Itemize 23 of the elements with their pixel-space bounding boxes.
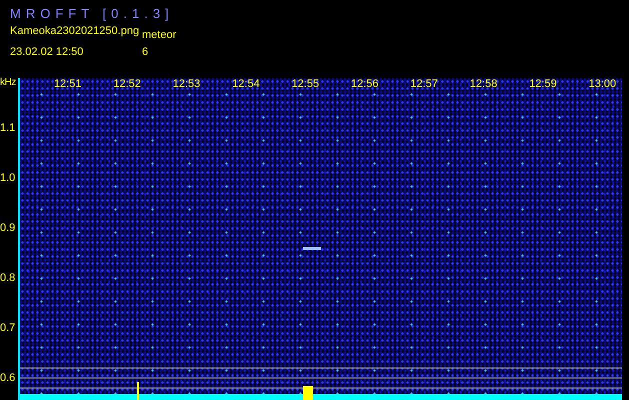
time-label: 12:54 bbox=[231, 78, 261, 92]
frequency-label: 0.7 bbox=[0, 322, 16, 335]
time-label: 12:51 bbox=[52, 78, 82, 92]
frequency-unit: kHz bbox=[0, 78, 17, 90]
time-label: 12:53 bbox=[172, 78, 202, 92]
meteor-count: 6 bbox=[142, 46, 150, 59]
timestamp: 23.02.02 12:50 bbox=[10, 46, 84, 59]
time-label: 13:00 bbox=[588, 78, 618, 92]
time-label: 12:58 bbox=[468, 78, 498, 92]
app-title: MROFFT [0.1.3] bbox=[10, 6, 174, 21]
frequency-label: 0.6 bbox=[0, 372, 16, 385]
time-label: 12:59 bbox=[528, 78, 558, 92]
frequency-label: 1.1 bbox=[0, 122, 16, 135]
frequency-label: 0.8 bbox=[0, 272, 16, 285]
time-label: 12:52 bbox=[112, 78, 142, 92]
time-label: 12:57 bbox=[409, 78, 439, 92]
category-label: meteor bbox=[142, 29, 178, 42]
frequency-label: 1.0 bbox=[0, 172, 16, 185]
time-label: 12:55 bbox=[290, 78, 320, 92]
frequency-label: 0.9 bbox=[0, 222, 16, 235]
file-name: Kameoka2302021250.png bbox=[10, 25, 140, 39]
time-label: 12:56 bbox=[350, 78, 380, 92]
meteor-echo-mark bbox=[303, 246, 321, 251]
